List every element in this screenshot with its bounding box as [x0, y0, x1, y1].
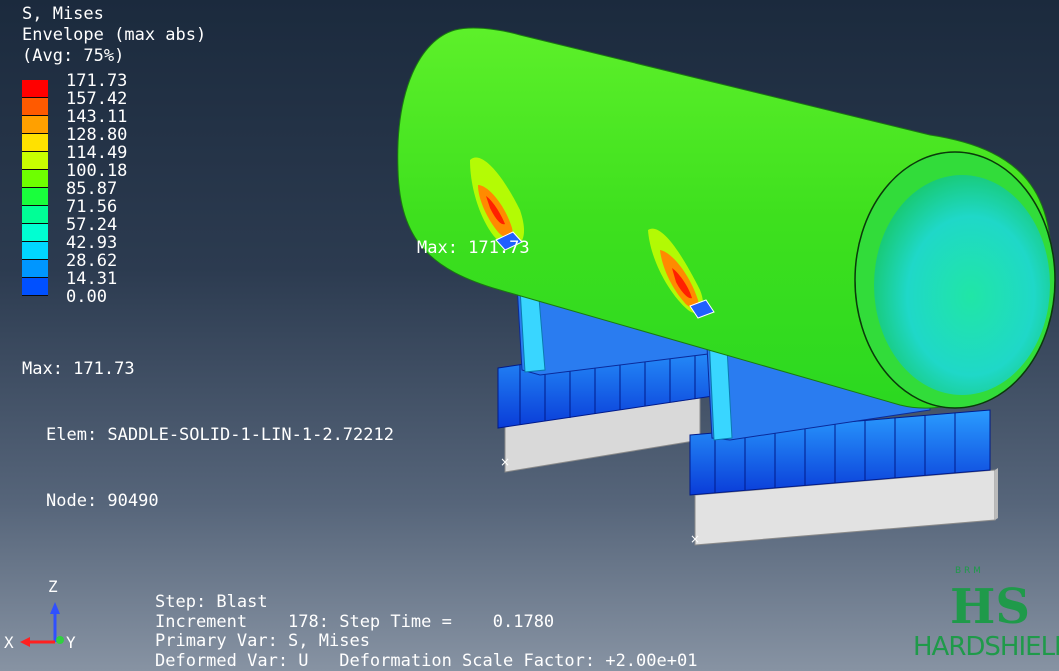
step-name: Step: Blast [155, 592, 268, 612]
node-marker: × [690, 532, 700, 546]
y-axis-dot-icon [56, 636, 64, 644]
x-label: X [4, 633, 14, 652]
axis-triad: Z X Y [4, 577, 76, 652]
logo-letters: B R M [955, 566, 981, 576]
step-increment: Increment 178: Step Time = 0.1780 [155, 611, 555, 632]
x-axis-arrow-icon [20, 637, 30, 647]
step-primary-var: Primary Var: S, Mises [155, 631, 370, 651]
step-info: Step: Blast Increment 178: Step Time = 0.… [155, 592, 698, 671]
model-viewport[interactable]: × × [0, 0, 1059, 671]
node-marker: × [500, 455, 510, 469]
z-label: Z [48, 577, 58, 596]
logo-monogram: HS [950, 579, 1030, 635]
z-axis-arrow-icon [50, 602, 60, 614]
logo-name: HARDSHIELD [913, 632, 1059, 662]
vessel-head [854, 151, 1056, 409]
max-label: Max: 171.73 [417, 238, 530, 258]
step-deformed-var: Deformed Var: U Deformation Scale Factor… [155, 650, 698, 671]
y-label: Y [66, 633, 76, 652]
